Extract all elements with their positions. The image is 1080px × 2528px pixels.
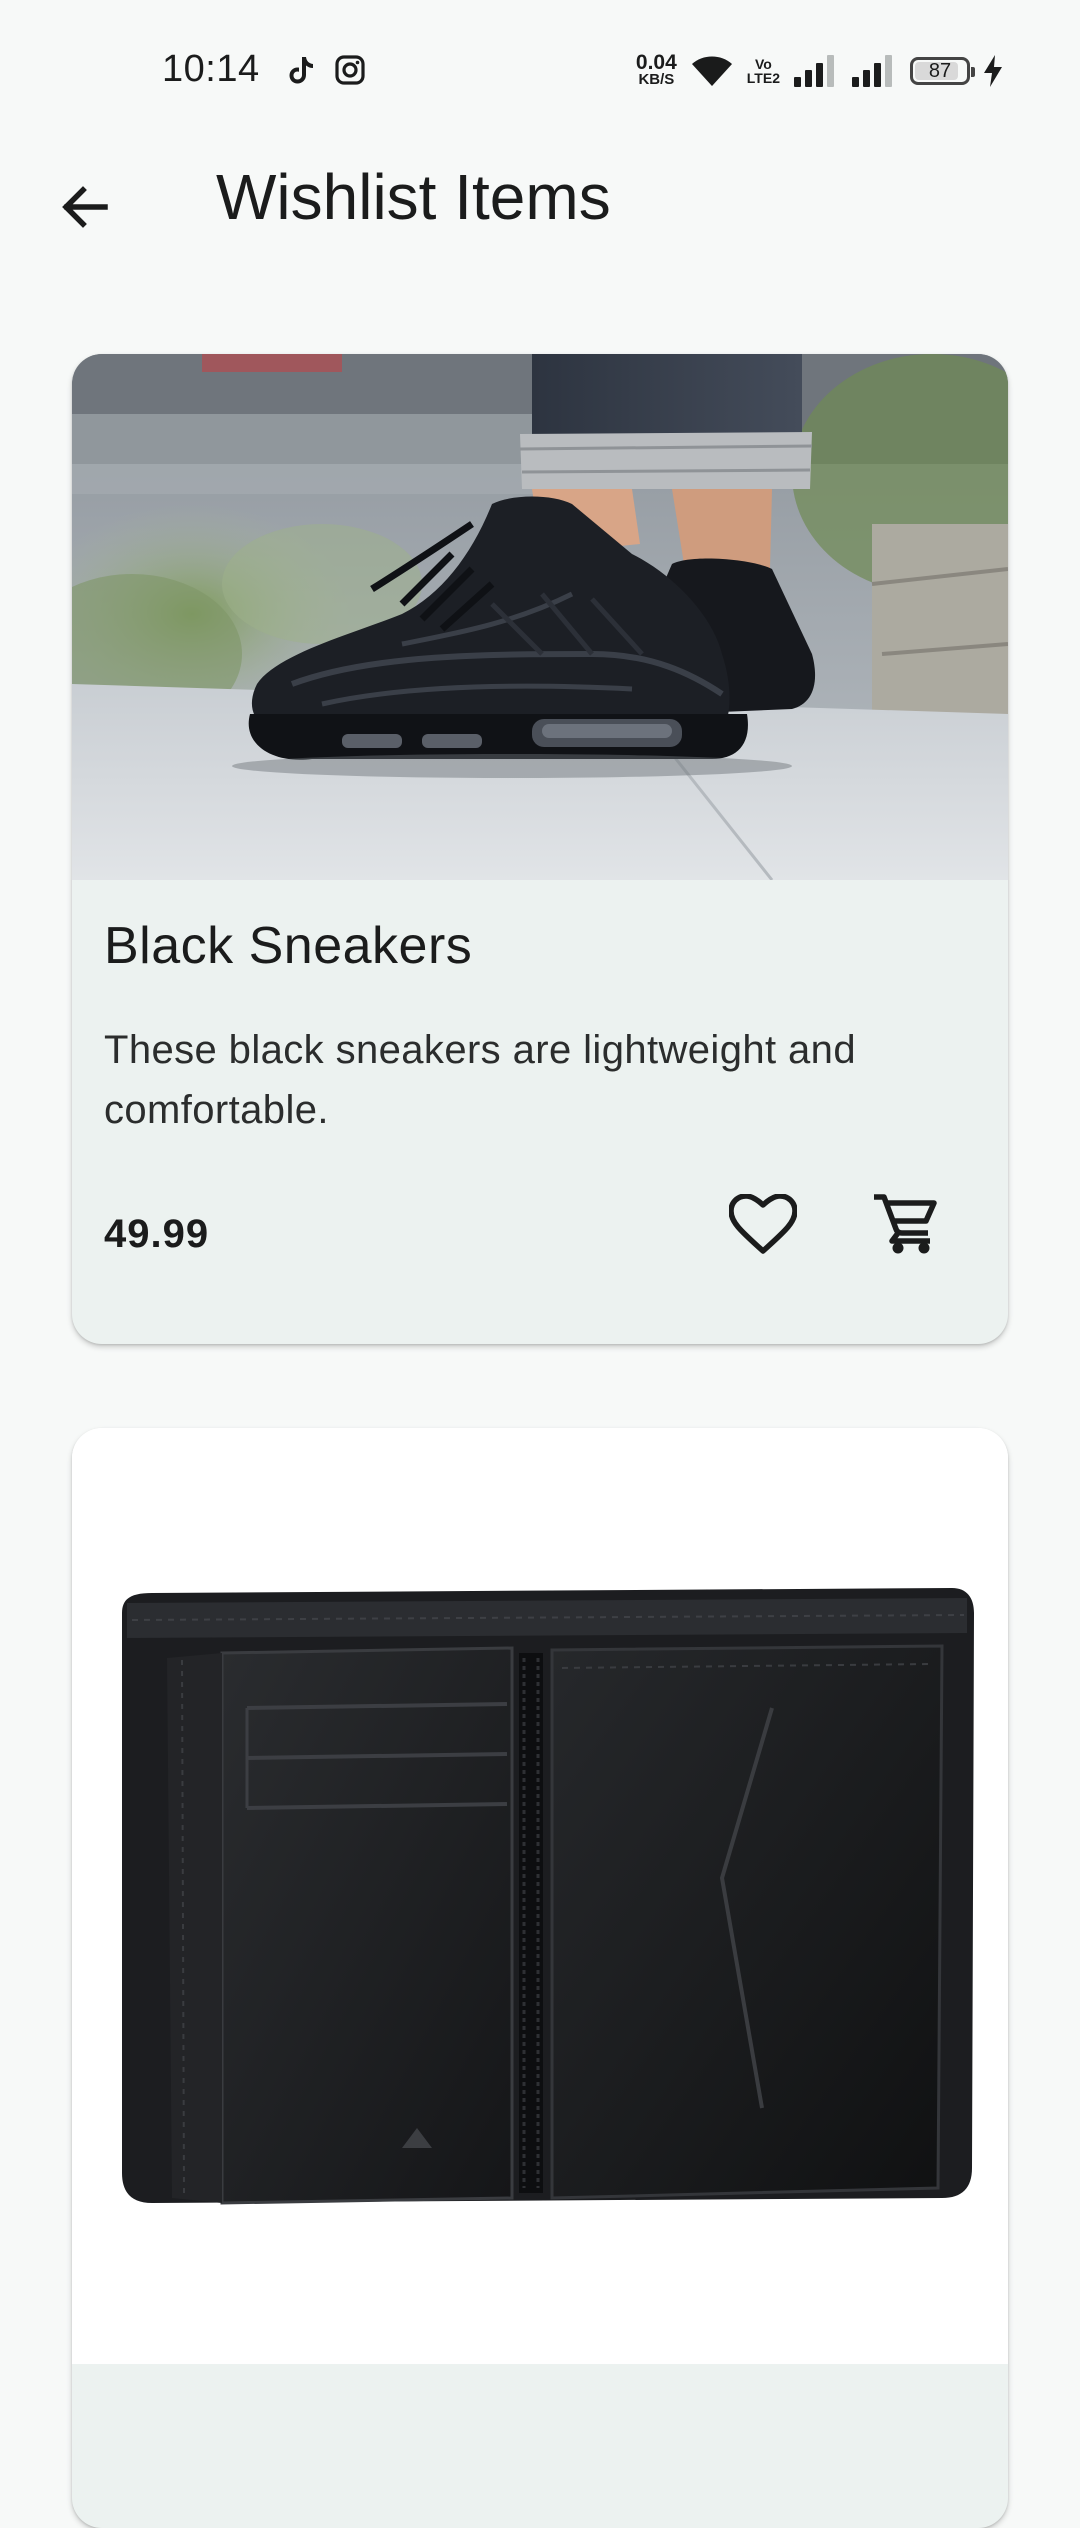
signal-strength-icon-sim2 [852, 55, 896, 87]
product-image-wallet [72, 1428, 1008, 2364]
product-image-sneakers [72, 354, 1008, 880]
signal-strength-icon-sim1 [794, 55, 838, 87]
charging-bolt-icon [984, 55, 1002, 87]
product-name: Black Sneakers [104, 917, 473, 975]
app-bar: Wishlist Items [0, 140, 1080, 260]
network-speed: 0.04 KB/S [635, 51, 677, 88]
favorite-button[interactable] [718, 1180, 808, 1270]
heart-outline-icon [729, 1194, 797, 1254]
product-card[interactable]: Black Sneakers These black sneakers are … [72, 354, 1008, 1344]
network-speed-unit: KB/S [638, 71, 675, 88]
network-speed-value: 0.04 [635, 51, 677, 74]
tiktok-notification-icon [282, 52, 318, 88]
product-description: These black sneakers are lightweight and… [104, 1028, 856, 1132]
instagram-notification-icon [332, 52, 368, 88]
add-to-cart-button[interactable] [860, 1180, 950, 1270]
status-time: 10:14 [162, 48, 260, 90]
wifi-icon [691, 54, 733, 88]
battery-level: 87 [928, 59, 952, 82]
page-title: Wishlist Items [216, 161, 611, 233]
volte-top-label: Vo [754, 56, 772, 72]
product-card[interactable] [72, 1428, 1008, 2528]
status-icons: 0.04 KB/S Vo LTE2 87 [636, 48, 1002, 94]
volte-bottom-label: LTE2 [746, 70, 780, 86]
battery-icon: 87 [910, 57, 975, 85]
arrow-back-icon [62, 186, 108, 228]
back-button[interactable] [50, 172, 120, 242]
shopping-cart-icon [874, 1194, 937, 1254]
status-bar: 10:14 0.04 KB/S Vo LTE2 87 [0, 0, 1080, 140]
volte-indicator: Vo LTE2 [747, 57, 780, 85]
product-price: 49.99 [104, 1212, 210, 1256]
